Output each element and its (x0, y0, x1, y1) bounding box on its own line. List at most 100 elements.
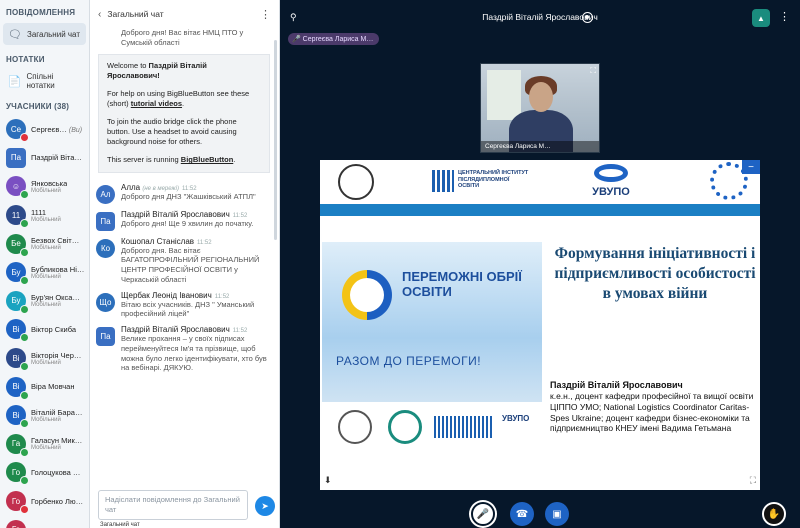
avatar: Бу (6, 262, 29, 286)
poster-image: ПЕРЕМОЖНІ ОБРІЇ ОСВІТИ РАЗОМ ДО ПЕРЕМОГИ… (322, 242, 542, 402)
participant-role: Мобільний (31, 216, 61, 223)
green-circle-logo (388, 410, 422, 444)
participant-role: Мобільний (31, 445, 61, 452)
minimize-presentation-icon[interactable]: − (742, 160, 760, 174)
mic-icon (20, 219, 29, 229)
participant-item[interactable]: Па Паздрій Віта… (0, 144, 89, 173)
participant-item[interactable]: Го… (0, 515, 89, 528)
participant-name: Віталій Бара… (31, 407, 83, 417)
chat-message-header: Паздрій Віталій Ярославович 11:52 (121, 210, 253, 219)
chat-sender-name: Щербак Леонід Іванович (121, 290, 212, 300)
chat-messages[interactable]: Доброго дня! Вас вітає НМЦ ПТО у Сумські… (90, 28, 280, 486)
avatar: Що (96, 292, 115, 312)
record-icon[interactable] (582, 12, 593, 23)
participant-item[interactable]: Бе Безвох Світ… Мобільний (0, 229, 89, 258)
avatar: Па (96, 211, 115, 231)
participant-item[interactable]: Ві Віра Мовчан (0, 372, 89, 401)
camera-button[interactable]: ▣ (545, 502, 569, 526)
chat-sender-name: Кошопал Станіслав (121, 236, 195, 246)
raise-hand-button[interactable]: ✋ (762, 502, 786, 526)
participant-item[interactable]: Га Галасун Мик… Мобільний (0, 430, 89, 459)
chat-message: Па Паздрій Віталій Ярославович 11:52 Доброг… (96, 210, 272, 231)
mic-icon (20, 333, 29, 343)
participant-item[interactable]: Бу Бур'ян Окса… Мобільний (0, 287, 89, 316)
typing-indicator: Загальний чат (100, 522, 140, 528)
public-chat-item[interactable]: 🗨 Загальний чат (3, 23, 86, 45)
fullscreen-icon[interactable]: ⛶ (750, 475, 756, 486)
chat-message-header: Паздрій Віталій Ярославович 11:52 (121, 325, 272, 334)
poster-subtitle: РАЗОМ ДО ПЕРЕМОГИ! (336, 354, 482, 368)
shared-notes-item[interactable]: 📄 Спільні нотатки (3, 70, 86, 92)
connection-status-button[interactable]: ▲ (752, 9, 770, 27)
microphone-icon: 🎤 (476, 508, 490, 520)
chat-message-text: Доброго дня ДНЗ "Жашківський АТПЛ" (121, 191, 256, 201)
chat-message-text: Вітаю всіх учасників. ДНЗ " Уманський пр… (121, 299, 255, 319)
participant-name: Голоцукова … (31, 467, 81, 477)
participants-section-title: УЧАСНИКИ (38) (6, 102, 70, 111)
participant-item[interactable]: Бу Бубликова Ні… Мобільний (0, 258, 89, 287)
mic-icon (20, 362, 29, 372)
slide-divider (320, 204, 760, 216)
participant-name: Вікторія Чер… (31, 350, 82, 360)
participant-role: Мобільний (31, 273, 61, 280)
participant-name: Бубликова Ні… (31, 264, 85, 274)
chat-message-text: Доброго дня! Ще 9 хвилин до початку. (121, 218, 254, 228)
participant-item[interactable]: Го Голоцукова … (0, 458, 89, 487)
participants-list: Се Сергеєв… (Ви) Па Паздрій Віта… ☺ Янковська… (0, 115, 89, 528)
notes-icon: 📄 (7, 75, 22, 88)
camera-icon: ▣ (552, 508, 562, 520)
uvupo-small-logo: УВУПО (502, 414, 530, 423)
bigbluebutton-link[interactable]: BigBlueButton (181, 155, 234, 164)
participant-item[interactable]: Го Горбенко Лю… (0, 487, 89, 516)
participant-item[interactable]: Се Сергеєв… (Ви) (0, 115, 89, 144)
avatar: Се (6, 119, 29, 143)
phone-button[interactable]: ☎ (510, 502, 534, 526)
mic-icon (20, 419, 29, 429)
expand-icon[interactable]: ⛶ (590, 66, 596, 76)
mic-icon (20, 276, 29, 286)
participant-item[interactable]: Ві Віталій Бара… Мобільний (0, 401, 89, 430)
send-button[interactable]: ➤ (255, 496, 275, 516)
avatar: Го (6, 519, 26, 528)
avatar: 11 (6, 205, 29, 229)
mic-icon (20, 447, 29, 457)
chat-timestamp: 11:52 (181, 185, 197, 192)
microphone-button[interactable]: 🎤 (471, 502, 495, 526)
participant-item[interactable]: 11 1111 Мобільний (0, 201, 89, 230)
participant-name: Безвох Світ… (31, 236, 80, 246)
participant-item[interactable]: ☺ Янковська Мобільний (0, 172, 89, 201)
audio-help-text: To join the audio bridge click the phone… (107, 117, 237, 147)
chat-message-header: Щербак Леонід Іванович 11:52 (121, 291, 272, 300)
cipo-small-logo (434, 416, 492, 438)
muted-mic-icon (20, 505, 29, 515)
presentation-slide[interactable]: ЦЕНТРАЛЬНИЙ ІНСТИТУТ ПІСЛЯДИПЛОМНОЇ ОСВІ… (320, 160, 760, 490)
more-options-icon[interactable]: ⋮ (779, 10, 790, 23)
participant-item[interactable]: Ві Вікторія Чер… Мобільний (0, 344, 89, 373)
book-logo (338, 410, 372, 444)
webcam-video[interactable]: ⛶ Сергеєва Лариса М… (480, 63, 600, 153)
participant-name: Сергеєв… (Ви) (31, 124, 83, 134)
trident-emblem-icon (342, 270, 392, 320)
chat-message-list: Ал Алла (не в мережі) 11:52 Доброго дня ДНЗ… (96, 183, 272, 374)
more-options-icon[interactable]: ⋮ (260, 8, 271, 21)
uvupo-logo: УВУПО (586, 162, 636, 202)
chat-scrollbar[interactable] (274, 40, 277, 240)
messages-section-title: ПОВІДОМЛЕННЯ (6, 8, 76, 17)
signal-bars-icon: ▲ (757, 13, 765, 23)
chevron-left-icon[interactable]: ‹ (98, 9, 101, 20)
self-label: (Ви) (68, 126, 83, 134)
shared-notes-label: Спільні нотатки (26, 72, 55, 90)
avatar: Па (6, 147, 26, 168)
chat-message: Па Паздрій Віталій Ярославович 11:52 Велике… (96, 325, 272, 373)
participant-name: 1111 (31, 207, 47, 217)
chat-message-header: Кошопал Станіслав 11:52 (121, 237, 272, 246)
person-icon: ☺ (11, 181, 21, 191)
presentation-title: Паздрій Віталій Ярославович (482, 12, 598, 22)
download-icon[interactable]: ⬇ (324, 475, 332, 486)
welcome-message: Welcome to Паздрій Віталій Ярославович! … (98, 53, 270, 173)
chat-message-input[interactable]: Надіслати повідомлення до Загальний чат (98, 490, 248, 520)
send-icon: ➤ (261, 500, 269, 511)
participant-item[interactable]: Ві Віктор Скиба (0, 315, 89, 344)
tutorial-videos-link[interactable]: tutorial videos (131, 99, 182, 108)
participant-role: Мобільний (31, 359, 61, 366)
